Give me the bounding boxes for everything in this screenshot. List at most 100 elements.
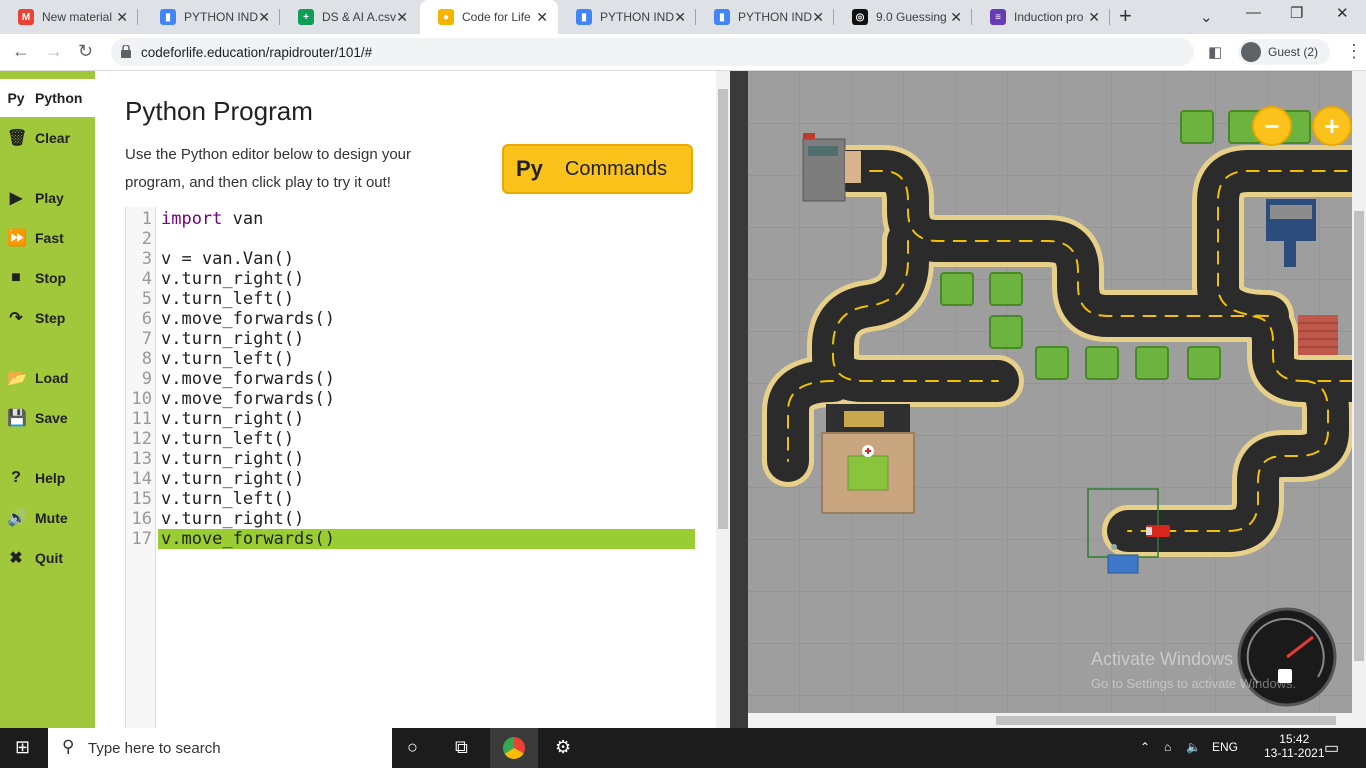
commands-button[interactable]: Py Commands [502, 144, 693, 194]
house-right-roof [1298, 315, 1338, 355]
sidebar-item-help[interactable]: ? Help [0, 466, 95, 490]
line-number: 10 [131, 389, 152, 409]
sidebar-item-load[interactable]: 📂 Load [0, 366, 95, 390]
sidebar-item-quit[interactable]: ✖ Quit [0, 546, 95, 570]
python-tab[interactable]: Py Python [0, 79, 95, 117]
trash-icon: 🗑 [7, 130, 28, 147]
tab-close-icon[interactable]: ✕ [674, 9, 686, 26]
windows-start-icon[interactable]: ⊞ [15, 737, 30, 758]
windows-taskbar: ⊞ ⚲ Type here to search ○ ⧉ ⚙ ⌃ ⌂ 🔈 ENG … [0, 728, 1366, 768]
code-line[interactable]: v.move_forwards() [158, 389, 695, 409]
browser-tab[interactable]: ◎ 9.0 Guessing ✕ [834, 0, 972, 34]
tab-favicon-icon: + [298, 9, 314, 25]
line-number: 3 [141, 249, 152, 269]
tab-close-icon[interactable]: ✕ [812, 9, 824, 26]
sidebar-item-label: Fast [35, 230, 64, 246]
speaker-muted-icon[interactable]: 🔈 [1186, 740, 1201, 754]
line-number: 5 [141, 289, 152, 309]
browser-tab[interactable]: ≡ Induction pro ✕ [972, 0, 1110, 34]
sidebar-item-clear[interactable]: 🗑 Clear [0, 126, 95, 150]
game-horizontal-scrollbar[interactable] [748, 713, 1352, 728]
game-vertical-scrollbar[interactable] [1352, 71, 1366, 728]
code-line[interactable]: v = van.Van() [158, 249, 695, 269]
code-line[interactable]: v.move_forwards() [158, 309, 695, 329]
window-close-icon[interactable]: ✕ [1336, 4, 1349, 22]
code-line[interactable]: v.turn_right() [158, 469, 695, 489]
tab-close-icon[interactable]: ✕ [536, 9, 548, 26]
sidebar-item-mute[interactable]: 🔊 Mute [0, 506, 95, 530]
back-icon[interactable]: ← [12, 41, 30, 62]
tab-title: DS & AI A.csv [322, 10, 397, 24]
page-title: Python Program [125, 96, 313, 126]
address-bar[interactable]: codeforlife.education/rapidrouter/101/# [111, 38, 1194, 66]
tray-chevron-icon[interactable]: ⌃ [1140, 740, 1150, 754]
profile-label: Guest (2) [1268, 45, 1319, 59]
browser-tab[interactable]: ▮ PYTHON IND ✕ [696, 0, 834, 34]
sidebar-item-step[interactable]: ↷ Step [0, 306, 95, 330]
network-icon[interactable]: ⌂ [1164, 740, 1171, 754]
notifications-icon[interactable]: ▭ [1324, 738, 1339, 758]
browser-tab[interactable]: M New material ✕ [0, 0, 138, 34]
save-icon: 💾 [7, 410, 27, 427]
editor-scrollbar[interactable] [716, 71, 730, 728]
browser-tab[interactable]: ▮ PYTHON IND ✕ [142, 0, 280, 34]
chrome-taskbar-button[interactable] [490, 728, 538, 768]
tab-title: Induction pro [1014, 10, 1084, 24]
sidebar-item-fast[interactable]: ⏩ Fast [0, 226, 95, 250]
code-line[interactable]: v.turn_left() [158, 289, 695, 309]
code-line[interactable]: v.turn_right() [158, 449, 695, 469]
sidebar-item-save[interactable]: 💾 Save [0, 406, 95, 430]
code-line[interactable]: v.move_forwards() [158, 529, 695, 549]
tab-favicon-icon: ▮ [714, 9, 730, 25]
sidebar-item-stop[interactable]: ■ Stop [0, 266, 95, 290]
map-canvas [748, 71, 1352, 713]
tab-close-icon[interactable]: ✕ [950, 9, 962, 26]
tab-title: PYTHON IND [600, 10, 675, 24]
browser-tab[interactable]: + DS & AI A.csv ✕ [280, 0, 418, 34]
code-line[interactable]: v.turn_right() [158, 269, 695, 289]
zoom-out-button[interactable]: − [1252, 106, 1292, 146]
stop-icon: ■ [11, 269, 21, 286]
task-view-icon[interactable]: ⧉ [455, 737, 468, 758]
line-number: 4 [141, 269, 152, 289]
code-line[interactable]: v.turn_left() [158, 349, 695, 369]
code-line[interactable]: v.move_forwards() [158, 369, 695, 389]
reload-icon[interactable]: ↻ [78, 41, 93, 62]
tab-search-icon[interactable]: ⌄ [1200, 8, 1213, 26]
code-editor[interactable]: 1 import van 2 3 v = van.Van() 4 v.turn_right(… [125, 207, 695, 728]
code-line[interactable]: import van [158, 209, 695, 229]
line-number: 11 [131, 409, 152, 429]
chrome-icon [503, 737, 525, 759]
browser-tab[interactable]: ● Code for Life ✕ [420, 0, 558, 34]
new-tab-icon[interactable]: + [1119, 3, 1132, 29]
sidepanel-icon[interactable]: ◧ [1208, 43, 1222, 61]
menu-icon[interactable]: ⋮ [1345, 41, 1363, 62]
help-icon: ? [11, 469, 21, 486]
sidebar-item-play[interactable]: ▶ Play [0, 186, 95, 210]
tab-close-icon[interactable]: ✕ [396, 9, 408, 26]
minimize-icon[interactable]: — [1246, 4, 1261, 21]
tab-close-icon[interactable]: ✕ [258, 9, 270, 26]
cortana-icon[interactable]: ○ [407, 737, 418, 758]
code-line[interactable]: v.turn_right() [158, 329, 695, 349]
restore-icon[interactable]: ❐ [1290, 4, 1303, 22]
taskbar-search[interactable]: ⚲ Type here to search [48, 728, 392, 768]
tab-close-icon[interactable]: ✕ [116, 9, 128, 26]
tab-close-icon[interactable]: ✕ [1088, 9, 1100, 26]
sidebar-item-label: Load [35, 370, 69, 386]
code-line[interactable]: v.turn_left() [158, 489, 695, 509]
language-indicator[interactable]: ENG [1212, 740, 1238, 754]
settings-gear-icon[interactable]: ⚙ [555, 737, 571, 758]
speaker-icon: 🔊 [7, 510, 27, 527]
clock[interactable]: 15:42 13-11-2021 [1264, 732, 1325, 760]
code-line[interactable]: v.turn_left() [158, 429, 695, 449]
code-line[interactable]: v.turn_right() [158, 409, 695, 429]
browser-tab[interactable]: ▮ PYTHON IND ✕ [558, 0, 696, 34]
profile-button[interactable]: Guest (2) [1238, 39, 1330, 65]
code-line[interactable]: v.turn_right() [158, 509, 695, 529]
forward-icon[interactable]: → [45, 41, 63, 62]
zoom-in-button[interactable]: + [1312, 106, 1352, 146]
sidebar-item-label: Play [35, 190, 64, 206]
code-line[interactable] [158, 229, 695, 249]
avatar [1241, 42, 1261, 62]
